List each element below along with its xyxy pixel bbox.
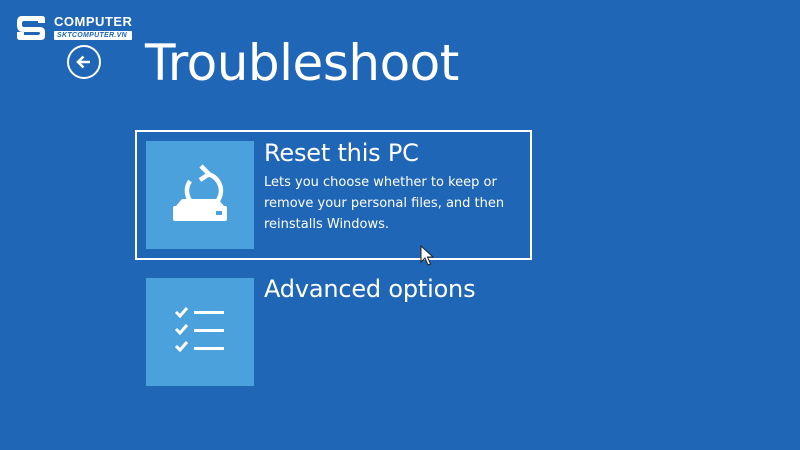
logo-icon [14,10,48,44]
logo-brand: COMPUTER [54,13,133,29]
watermark-logo: COMPUTER SKTCOMPUTER.VN [14,10,133,44]
logo-domain: SKTCOMPUTER.VN [54,30,133,40]
mouse-pointer-icon [420,245,434,266]
reset-pc-tile [146,141,254,249]
page-title: Troubleshoot [145,34,459,92]
reset-this-pc-description: Lets you choose whether to keep or remov… [264,175,505,232]
advanced-options-option[interactable]: Advanced options [135,275,532,387]
back-button[interactable] [67,45,101,79]
back-arrow-icon [76,55,90,69]
advanced-options-title: Advanced options [264,275,476,303]
reset-pc-icon [173,164,227,221]
checklist-icon [174,307,224,353]
advanced-options-tile [146,278,254,386]
reset-this-pc-title: Reset this PC [264,139,419,167]
logo-text: COMPUTER SKTCOMPUTER.VN [54,13,133,40]
reset-this-pc-option[interactable]: Reset this PC Lets you choose whether to… [135,130,532,260]
